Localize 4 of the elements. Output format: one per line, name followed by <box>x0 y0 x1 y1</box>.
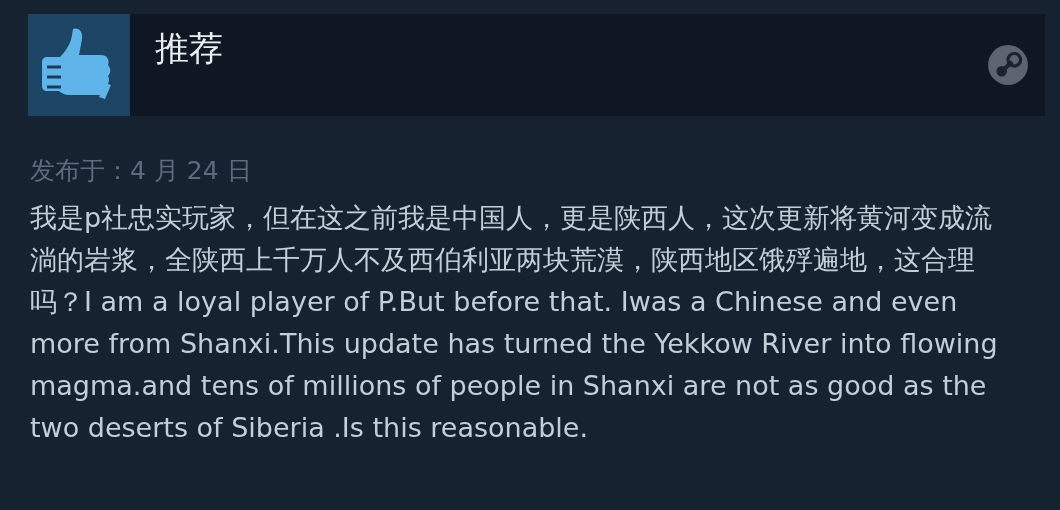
review-text: 我是p社忠实玩家，但在这之前我是中国人，更是陕西人，这次更新将黄河变成流淌的岩浆，全陕西上千万人不及西伯利亚两块荒漠，陕西地区饿殍遍地，这合理吗？I am a loyal player of P.But before that. Iwas a Chinese and even more from Shanxi.This update has turned the Yekkow River into flowing magma.and tens of millions of people in Shanxi are not as good as the two deserts of Siberia .Is this reasonable. <box>30 201 999 445</box>
review-verdict: 推荐 <box>155 27 224 70</box>
steam-logo-icon <box>987 44 1029 86</box>
post-date: 发布于：4 月 24 日 <box>30 155 253 187</box>
